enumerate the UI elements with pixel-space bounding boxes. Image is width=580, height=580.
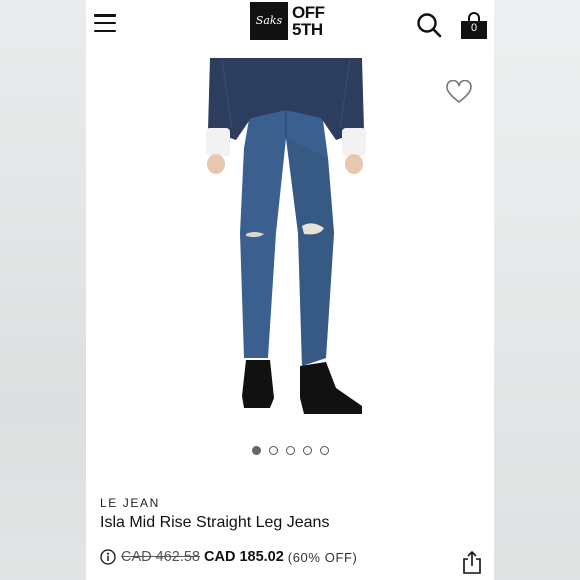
original-price: CAD 462.58 bbox=[121, 549, 200, 565]
product-title: Isla Mid Rise Straight Leg Jeans bbox=[100, 514, 330, 531]
info-icon[interactable] bbox=[100, 549, 116, 565]
hamburger-menu-icon[interactable] bbox=[94, 14, 116, 32]
pagination-dot-1[interactable] bbox=[251, 446, 261, 455]
product-brand[interactable]: LE JEAN bbox=[100, 496, 160, 510]
shopping-bag-icon[interactable]: 0 bbox=[460, 12, 488, 40]
blurred-background-right bbox=[494, 0, 580, 580]
bag-count: 0 bbox=[470, 22, 478, 34]
product-page: Saks OFF 5TH 0 LE JEAN Isla Mid Rise Str… bbox=[86, 0, 494, 580]
pagination-dot-4[interactable] bbox=[302, 446, 312, 455]
logo-text-line2: 5TH bbox=[292, 19, 323, 39]
search-icon[interactable] bbox=[416, 12, 442, 38]
saks-off-5th-logo[interactable]: Saks OFF 5TH bbox=[250, 1, 325, 40]
blurred-background-left bbox=[0, 0, 86, 580]
image-pagination-dots bbox=[86, 446, 494, 455]
logo-mark: Saks bbox=[250, 1, 288, 40]
product-image[interactable] bbox=[186, 58, 386, 428]
pagination-dot-3[interactable] bbox=[285, 446, 295, 455]
share-icon[interactable] bbox=[462, 550, 482, 574]
discount-label: (60% OFF) bbox=[287, 549, 358, 565]
pagination-dot-5[interactable] bbox=[319, 446, 329, 455]
wishlist-heart-icon[interactable] bbox=[446, 80, 472, 104]
sale-price: CAD 185.02 bbox=[204, 549, 284, 565]
pagination-dot-2[interactable] bbox=[268, 446, 278, 455]
price-row: CAD 462.58 CAD 185.02 (60% OFF) bbox=[100, 547, 357, 567]
logo-text-line1: OFF bbox=[292, 2, 325, 22]
